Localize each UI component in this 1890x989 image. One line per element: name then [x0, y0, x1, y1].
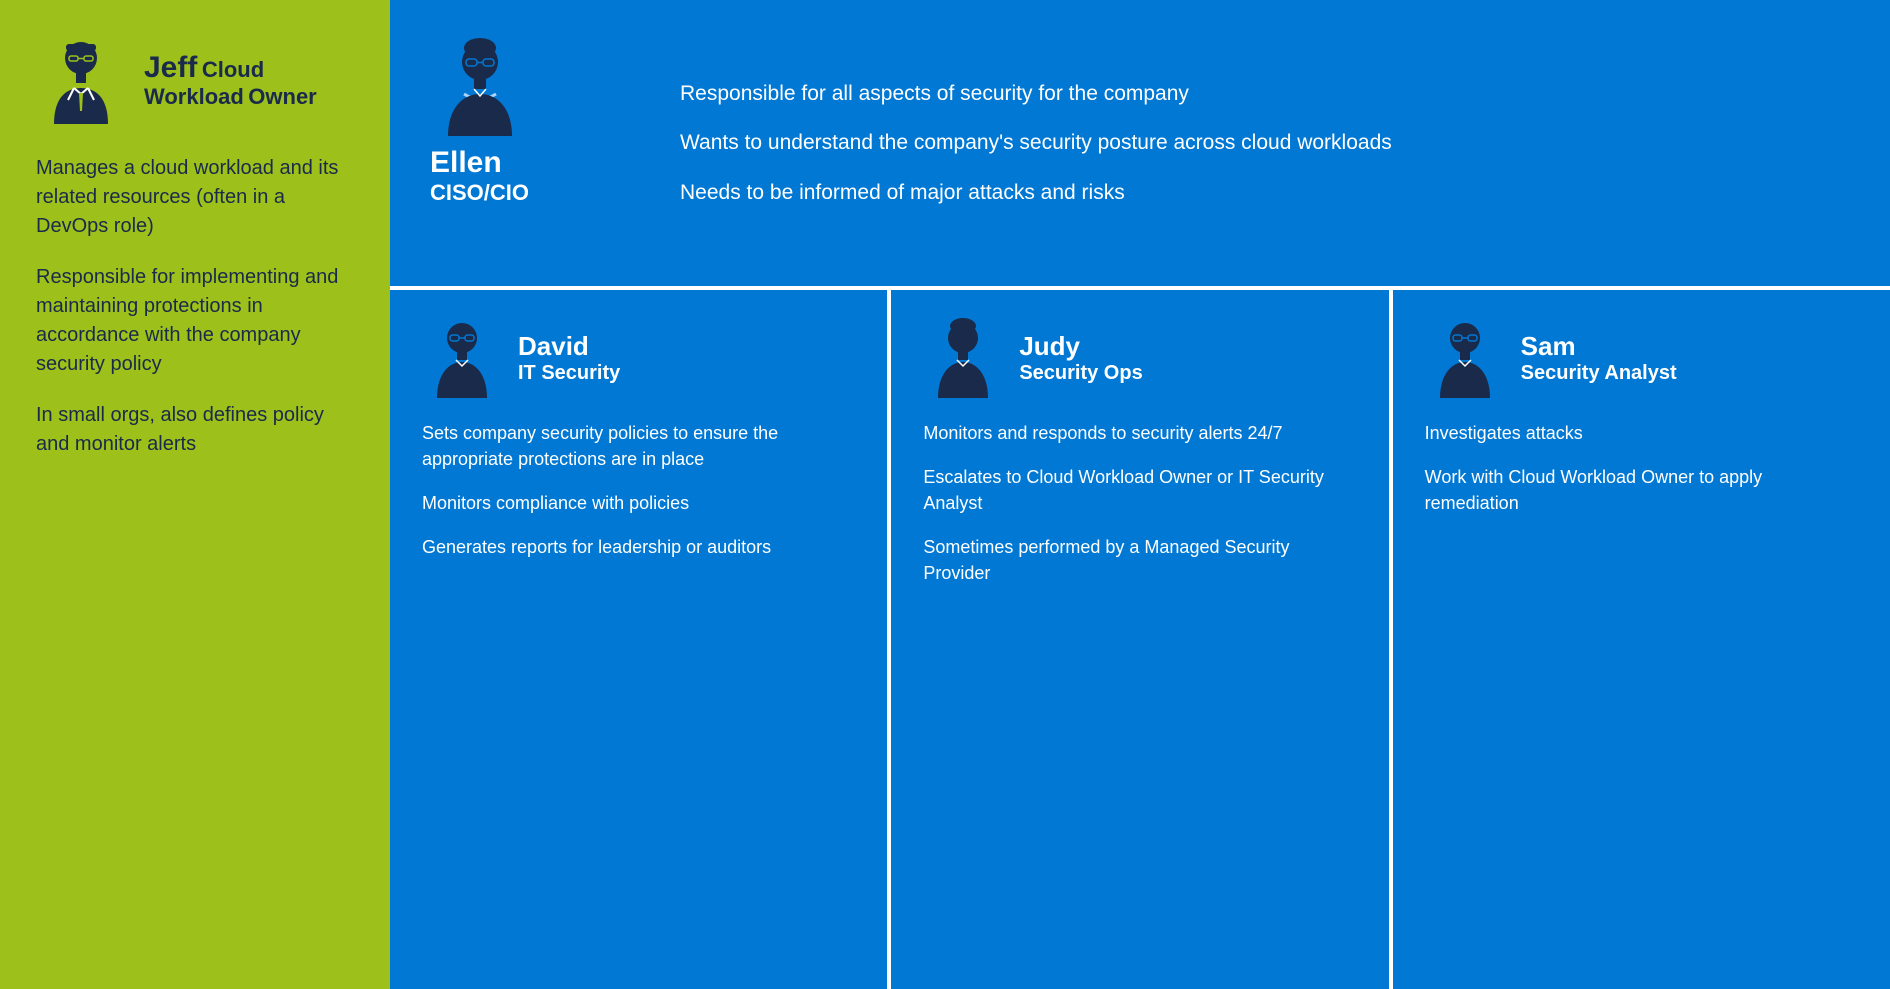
- ellen-right: Responsible for all aspects of security …: [680, 30, 1850, 256]
- judy-avatar: [923, 318, 1003, 398]
- judy-desc3: Sometimes performed by a Managed Securit…: [923, 534, 1356, 586]
- bottom-section: David IT Security Sets company security …: [390, 290, 1890, 989]
- ellen-name: Ellen: [430, 146, 529, 180]
- sam-col: Sam Security Analyst Investigates attack…: [1393, 290, 1890, 989]
- judy-name: Judy: [1019, 331, 1142, 362]
- judy-col: Judy Security Ops Monitors and responds …: [891, 290, 1392, 989]
- david-title: David IT Security: [518, 331, 620, 385]
- ellen-avatar: [430, 36, 530, 136]
- david-header: David IT Security: [422, 318, 855, 398]
- jeff-desc3: In small orgs, also defines policy and m…: [36, 401, 354, 459]
- judy-desc1: Monitors and responds to security alerts…: [923, 420, 1356, 446]
- sam-avatar: [1425, 318, 1505, 398]
- jeff-name: Jeff: [144, 51, 197, 84]
- judy-header: Judy Security Ops: [923, 318, 1356, 398]
- david-avatar: [422, 318, 502, 398]
- jeff-header: Jeff Cloud Workload Owner: [36, 36, 354, 126]
- sam-desc1: Investigates attacks: [1425, 420, 1858, 446]
- ellen-desc1: Responsible for all aspects of security …: [680, 79, 1850, 108]
- sam-name: Sam: [1521, 331, 1677, 362]
- ellen-left: Ellen CISO/CIO: [430, 30, 650, 256]
- judy-desc2: Escalates to Cloud Workload Owner or IT …: [923, 464, 1356, 516]
- judy-title: Judy Security Ops: [1019, 331, 1142, 385]
- david-role: IT Security: [518, 362, 620, 385]
- david-col: David IT Security Sets company security …: [390, 290, 891, 989]
- judy-role: Security Ops: [1019, 362, 1142, 385]
- jeff-role-line2: Owner: [248, 84, 316, 109]
- ellen-role: CISO/CIO: [430, 180, 529, 206]
- sam-header: Sam Security Analyst: [1425, 318, 1858, 398]
- sam-role: Security Analyst: [1521, 362, 1677, 385]
- sam-desc2: Work with Cloud Workload Owner to apply …: [1425, 464, 1858, 516]
- david-desc1: Sets company security policies to ensure…: [422, 420, 855, 472]
- jeff-avatar: [36, 36, 126, 126]
- david-desc3: Generates reports for leadership or audi…: [422, 534, 855, 560]
- ellen-name-block: Ellen CISO/CIO: [430, 146, 529, 206]
- sam-title: Sam Security Analyst: [1521, 331, 1677, 385]
- ellen-section: Ellen CISO/CIO Responsible for all aspec…: [390, 0, 1890, 290]
- jeff-desc1: Manages a cloud workload and its related…: [36, 154, 354, 241]
- jeff-name-block: Jeff Cloud Workload Owner: [144, 51, 354, 110]
- ellen-desc2: Wants to understand the company's securi…: [680, 128, 1850, 157]
- jeff-panel: Jeff Cloud Workload Owner Manages a clou…: [0, 0, 390, 989]
- david-desc2: Monitors compliance with policies: [422, 490, 855, 516]
- ellen-desc3: Needs to be informed of major attacks an…: [680, 178, 1850, 207]
- jeff-desc2: Responsible for implementing and maintai…: [36, 263, 354, 379]
- david-name: David: [518, 331, 620, 362]
- right-panel: Ellen CISO/CIO Responsible for all aspec…: [390, 0, 1890, 989]
